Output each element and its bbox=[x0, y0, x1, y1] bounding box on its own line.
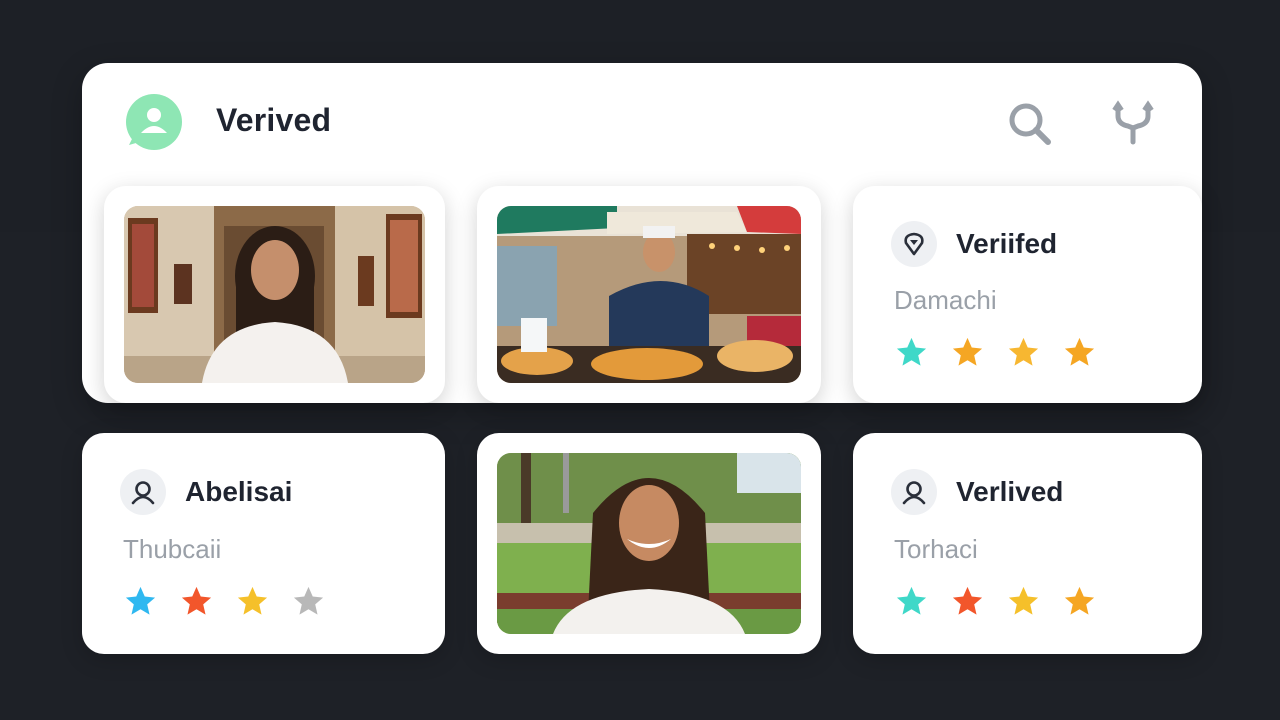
star-icon[interactable] bbox=[235, 584, 270, 619]
star-icon[interactable] bbox=[1062, 335, 1097, 370]
star-icon[interactable] bbox=[894, 584, 929, 619]
photo-card-park[interactable] bbox=[477, 433, 821, 654]
star-icon[interactable] bbox=[1006, 335, 1041, 370]
search-icon[interactable] bbox=[1006, 100, 1052, 146]
card-title: Veriifed bbox=[956, 228, 1058, 259]
card-title: Abelisai bbox=[185, 476, 293, 507]
user-icon bbox=[120, 469, 166, 515]
card-subtitle: Damachi bbox=[894, 285, 997, 315]
woman-gallery-photo bbox=[124, 206, 425, 383]
star-icon[interactable] bbox=[950, 584, 985, 619]
fork-icon[interactable] bbox=[1110, 100, 1156, 146]
star-icon[interactable] bbox=[123, 584, 158, 619]
star-icon[interactable] bbox=[179, 584, 214, 619]
photo-card-gallery[interactable] bbox=[104, 186, 445, 403]
star-icon[interactable] bbox=[291, 584, 326, 619]
star-icon[interactable] bbox=[894, 335, 929, 370]
info-card-4[interactable]: Abelisai Thubcaii bbox=[82, 433, 445, 654]
star-rating[interactable] bbox=[894, 335, 1097, 370]
location-pin-icon bbox=[891, 221, 937, 267]
star-rating[interactable] bbox=[894, 584, 1097, 619]
smiling-man-photo bbox=[497, 453, 801, 634]
card-subtitle: Torhaci bbox=[894, 534, 978, 564]
info-card-3[interactable]: Veriifed Damachi bbox=[853, 186, 1202, 403]
app-title: Verived bbox=[216, 102, 332, 138]
star-icon[interactable] bbox=[1006, 584, 1041, 619]
market-vendor-photo bbox=[497, 206, 801, 383]
user-chat-icon[interactable] bbox=[123, 93, 183, 153]
user-icon bbox=[891, 469, 937, 515]
card-title: Verlived bbox=[956, 476, 1064, 507]
star-icon[interactable] bbox=[950, 335, 985, 370]
info-card-6[interactable]: Verlived Torhaci bbox=[853, 433, 1202, 654]
star-icon[interactable] bbox=[1062, 584, 1097, 619]
card-subtitle: Thubcaii bbox=[123, 534, 222, 564]
photo-card-market[interactable] bbox=[477, 186, 821, 403]
star-rating[interactable] bbox=[123, 584, 326, 619]
